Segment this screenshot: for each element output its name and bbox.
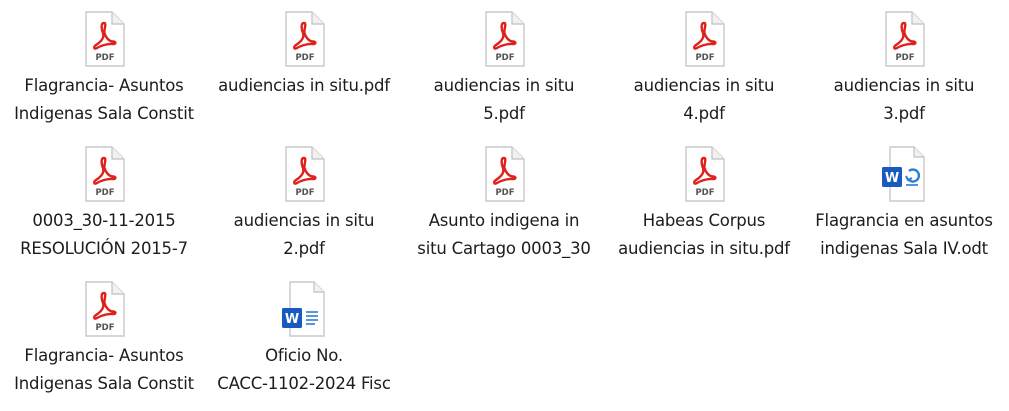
file-item[interactable]: PDF Flagrancia- Asuntos Indigenas Sala C… <box>4 276 204 411</box>
word-odt-file-icon: W <box>878 145 930 205</box>
file-item[interactable]: PDF audiencias in situ.pdf <box>204 6 404 141</box>
pdf-file-icon: PDF <box>678 145 730 205</box>
file-name: audiencias in situ 2.pdf <box>233 211 375 258</box>
pdf-file-icon: PDF <box>78 280 130 340</box>
pdf-file-icon: PDF <box>678 10 730 70</box>
pdf-file-icon: PDF <box>278 10 330 70</box>
file-item[interactable]: W Oficio No. CACC-1102-2024 Fisc <box>204 276 404 411</box>
file-item[interactable]: PDF Habeas Corpus audiencias in situ.pdf <box>604 141 804 276</box>
pdf-file-icon: PDF <box>478 145 530 205</box>
file-name: Habeas Corpus audiencias in situ.pdf <box>618 211 790 258</box>
file-item[interactable]: PDF audiencias in situ 2.pdf <box>204 141 404 276</box>
svg-text:PDF: PDF <box>495 188 514 198</box>
svg-text:PDF: PDF <box>895 53 914 63</box>
file-item[interactable]: PDF audiencias in situ 3.pdf <box>804 6 1004 141</box>
svg-text:PDF: PDF <box>295 188 314 198</box>
svg-text:W: W <box>285 312 299 327</box>
svg-text:PDF: PDF <box>95 53 114 63</box>
file-name: Flagrancia- Asuntos Indigenas Sala Const… <box>14 346 194 393</box>
file-name: Flagrancia- Asuntos Indigenas Sala Const… <box>14 76 194 123</box>
file-grid: PDF Flagrancia- Asuntos Indigenas Sala C… <box>4 6 1004 411</box>
file-name: Flagrancia en asuntos indigenas Sala IV.… <box>815 211 993 258</box>
file-item[interactable]: PDF audiencias in situ 4.pdf <box>604 6 804 141</box>
file-name: audiencias in situ 4.pdf <box>633 76 775 123</box>
file-name: audiencias in situ 5.pdf <box>433 76 575 123</box>
file-name: audiencias in situ.pdf <box>218 76 390 95</box>
svg-text:W: W <box>885 171 899 186</box>
pdf-file-icon: PDF <box>478 10 530 70</box>
file-name: Asunto indigena in situ Cartago 0003_30 <box>417 211 591 258</box>
file-item[interactable]: W Flagrancia en asuntos indigenas Sala I… <box>804 141 1004 276</box>
svg-text:PDF: PDF <box>695 53 714 63</box>
svg-text:PDF: PDF <box>495 53 514 63</box>
pdf-file-icon: PDF <box>278 145 330 205</box>
svg-text:PDF: PDF <box>95 188 114 198</box>
file-item[interactable]: PDF audiencias in situ 5.pdf <box>404 6 604 141</box>
pdf-file-icon: PDF <box>878 10 930 70</box>
svg-text:PDF: PDF <box>295 53 314 63</box>
file-item[interactable]: PDF 0003_30-11-2015 RESOLUCIÓN 2015-7 <box>4 141 204 276</box>
file-item[interactable]: PDF Flagrancia- Asuntos Indigenas Sala C… <box>4 6 204 141</box>
svg-text:PDF: PDF <box>695 188 714 198</box>
pdf-file-icon: PDF <box>78 145 130 205</box>
file-name: Oficio No. CACC-1102-2024 Fisc <box>217 346 391 393</box>
file-item[interactable]: PDF Asunto indigena in situ Cartago 0003… <box>404 141 604 276</box>
file-name: audiencias in situ 3.pdf <box>833 76 975 123</box>
file-name: 0003_30-11-2015 RESOLUCIÓN 2015-7 <box>20 211 188 258</box>
pdf-file-icon: PDF <box>78 10 130 70</box>
word-docx-file-icon: W <box>278 280 330 340</box>
svg-text:PDF: PDF <box>95 323 114 333</box>
